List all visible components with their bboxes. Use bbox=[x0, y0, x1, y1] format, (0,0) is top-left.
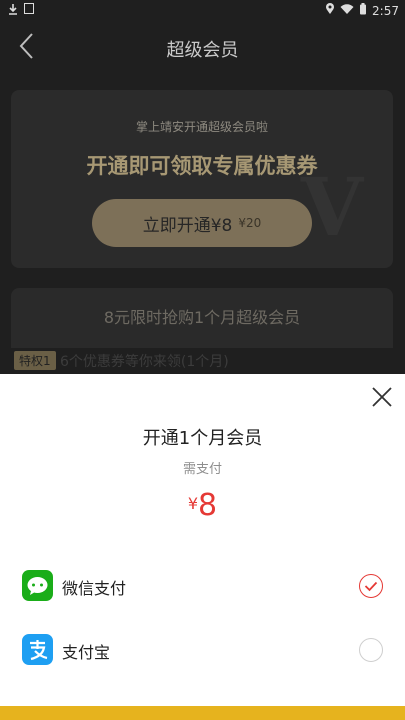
wifi-icon bbox=[340, 3, 354, 18]
open-membership-button[interactable]: 立即开通¥8 ¥20 bbox=[92, 199, 312, 247]
sheet-title: 开通1个月会员 bbox=[142, 428, 263, 449]
app-header: 超级会员 bbox=[0, 20, 405, 75]
close-icon[interactable] bbox=[369, 384, 395, 410]
status-time: 2:57 bbox=[372, 3, 399, 18]
wechat-icon bbox=[22, 570, 53, 601]
download-icon bbox=[8, 3, 18, 18]
confirm-bar[interactable] bbox=[0, 706, 405, 720]
battery-icon bbox=[359, 3, 367, 18]
wechat-label: 微信支付 bbox=[62, 579, 127, 598]
privilege-row: 特权1 6个优惠券等你来领(1个月) bbox=[11, 348, 393, 374]
alipay-icon bbox=[22, 634, 53, 665]
payment-option-wechat[interactable]: 微信支付 bbox=[0, 556, 405, 616]
open-button-label: 立即开通¥8 bbox=[142, 215, 233, 236]
alipay-radio[interactable] bbox=[359, 638, 383, 662]
currency-symbol: ¥ bbox=[187, 494, 199, 513]
promo-subtitle: 掌上靖安开通超级会员啦 bbox=[135, 120, 268, 134]
payment-option-alipay[interactable]: 支付宝 bbox=[0, 620, 405, 680]
notification-icon bbox=[24, 3, 34, 14]
status-bar: 2:57 bbox=[0, 0, 405, 20]
offer-card: 8元限时抢购1个月超级会员 bbox=[11, 288, 393, 348]
promo-headline: 开通即可领取专属优惠券 bbox=[86, 154, 318, 178]
price-display: ¥8 bbox=[0, 488, 405, 523]
offer-title: 8元限时抢购1个月超级会员 bbox=[103, 308, 301, 327]
wechat-radio[interactable] bbox=[359, 574, 383, 598]
privilege-text: 6个优惠券等你来领(1个月) bbox=[60, 354, 229, 370]
alipay-label: 支付宝 bbox=[62, 643, 111, 662]
payment-sheet: 开通1个月会员 需支付 ¥8 微信支付 支付宝 bbox=[0, 374, 405, 720]
location-icon bbox=[325, 3, 335, 18]
page-title: 超级会员 bbox=[166, 40, 239, 61]
original-price: ¥20 bbox=[238, 216, 262, 230]
promo-card: V 掌上靖安开通超级会员啦 开通即可领取专属优惠券 立即开通¥8 ¥20 bbox=[11, 90, 393, 268]
privilege-tag: 特权1 bbox=[14, 351, 56, 370]
sheet-subtitle: 需支付 bbox=[182, 462, 222, 477]
price-amount: 8 bbox=[198, 488, 218, 523]
